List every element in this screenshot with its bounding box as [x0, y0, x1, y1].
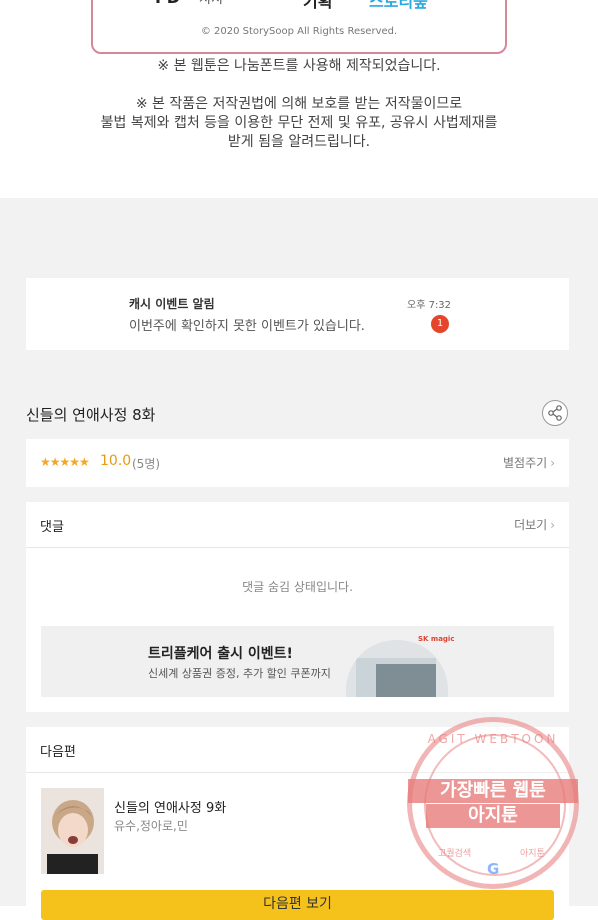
agit-webtoon-watermark: AGIT WEBTOON 가장빠른 웹툰 아지툰 고퀄검색 G 아지툰	[407, 717, 579, 889]
copyright-notice-line1: ※ 본 작품은 저작권법에 의해 보호를 받는 저작물이므로	[135, 96, 463, 112]
comments-more-label: 더보기	[514, 518, 548, 532]
credit-name: 지지	[199, 0, 223, 7]
notification-title: 캐시 이벤트 알림	[129, 297, 215, 311]
comments-card: 댓글 더보기 › 댓글 숨김 상태입니다. 트리플케어 출시 이벤트! 신세계 상…	[26, 502, 569, 712]
ad-banner[interactable]: 트리플케어 출시 이벤트! 신세계 상품권 증정, 추가 할인 쿠폰까지 SK …	[41, 626, 554, 697]
rating-card: ★★★★★ 10.0 (5명) 별점주기 ›	[26, 439, 569, 487]
ad-subtitle: 신세계 상품권 증정, 추가 할인 쿠폰까지	[148, 667, 331, 680]
credit-pd: PD	[155, 0, 180, 7]
comments-hidden-message: 댓글 숨김 상태입니다.	[242, 580, 353, 594]
next-episode-button[interactable]: 다음편 보기	[41, 890, 554, 920]
notification-badge: 1	[431, 315, 449, 333]
storysoop-logo-text: 스토리숲	[369, 0, 428, 11]
copyright-notice-line2: 불법 복제와 캡처 등을 이용한 무단 전제 및 유포, 공유시 사법제재를	[100, 115, 498, 131]
next-episode-header: 다음편	[40, 745, 76, 760]
copyright-text: © 2020 StorySoop All Rights Reserved.	[200, 26, 398, 37]
storysoop-logo-icon	[346, 0, 366, 2]
watermark-bottom-left: 고퀄검색	[438, 849, 472, 859]
next-episode-authors: 유수,정아로,민	[114, 819, 188, 833]
rating-stars-icon: ★★★★★	[40, 455, 90, 469]
rate-button-label: 별점주기	[503, 456, 548, 470]
comments-divider	[26, 547, 569, 548]
notification-message: 이번주에 확인하지 못한 이벤트가 있습니다.	[129, 319, 365, 334]
ad-brand-logo: SK magic	[418, 635, 455, 643]
episode-title: 신들의 연애사정 8화	[26, 406, 156, 424]
chevron-right-icon: ›	[550, 518, 555, 532]
next-episode-thumbnail[interactable]	[41, 788, 104, 874]
watermark-main-line1: 가장빠른 웹툰	[408, 779, 578, 803]
share-icon	[548, 405, 562, 421]
rate-button[interactable]: 별점주기 ›	[503, 454, 555, 471]
share-button[interactable]	[542, 400, 568, 426]
notification-time: 오후 7:32	[407, 300, 452, 311]
ad-product-image	[346, 640, 448, 697]
chevron-right-icon: ›	[550, 456, 555, 470]
google-icon: G	[487, 860, 500, 878]
rating-score: 10.0	[100, 453, 132, 469]
notification-card[interactable]: 캐시 이벤트 알림 오후 7:32 이번주에 확인하지 못한 이벤트가 있습니다…	[26, 278, 569, 350]
next-episode-title[interactable]: 신들의 연애사정 9화	[114, 797, 226, 816]
watermark-bottom-right: 아지툰	[520, 849, 545, 859]
ad-title: 트리플케어 출시 이벤트!	[148, 646, 293, 662]
comments-more-button[interactable]: 더보기 ›	[514, 516, 555, 533]
watermark-ring-text: AGIT WEBTOON	[427, 732, 559, 746]
comments-header: 댓글	[40, 520, 64, 535]
rating-count: (5명)	[132, 457, 161, 471]
font-notice: ※ 본 웹툰은 나눔폰트를 사용해 제작되었습니다.	[157, 58, 441, 74]
copyright-notice-line3: 받게 됨을 알려드립니다.	[227, 134, 371, 150]
credit-box: PD 지지 기획 스토리숲 © 2020 StorySoop All Right…	[91, 0, 507, 54]
credit-planning: 기획	[303, 0, 333, 11]
watermark-main-line2: 아지툰	[426, 804, 560, 828]
